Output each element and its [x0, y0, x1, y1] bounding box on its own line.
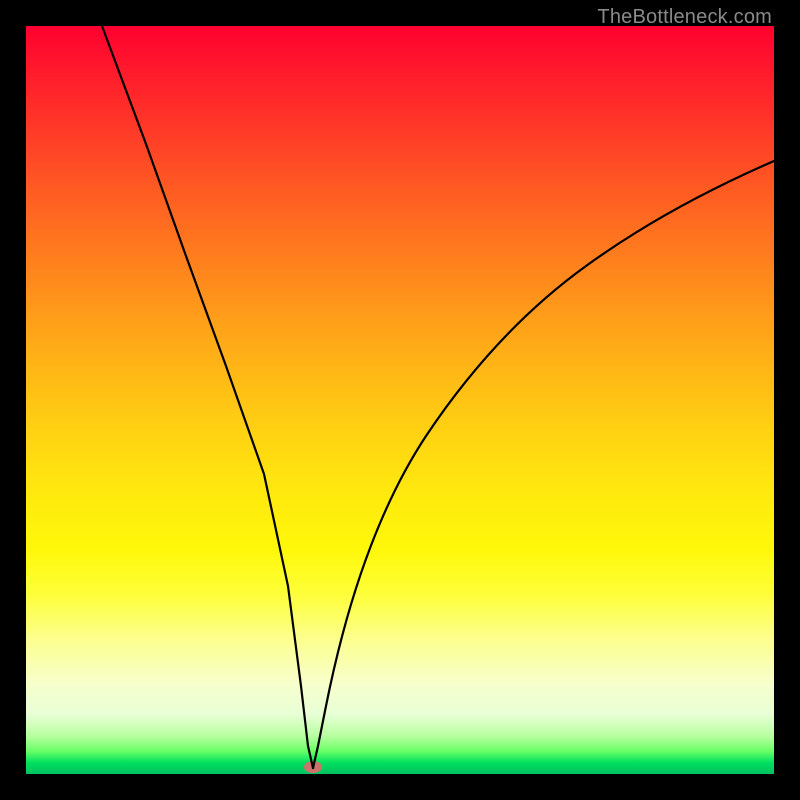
- curve-left-branch: [102, 26, 313, 768]
- curve-right-branch: [313, 161, 774, 768]
- bottleneck-plot: [26, 26, 774, 774]
- watermark-text: TheBottleneck.com: [597, 6, 772, 29]
- bottleneck-curve: [26, 26, 774, 774]
